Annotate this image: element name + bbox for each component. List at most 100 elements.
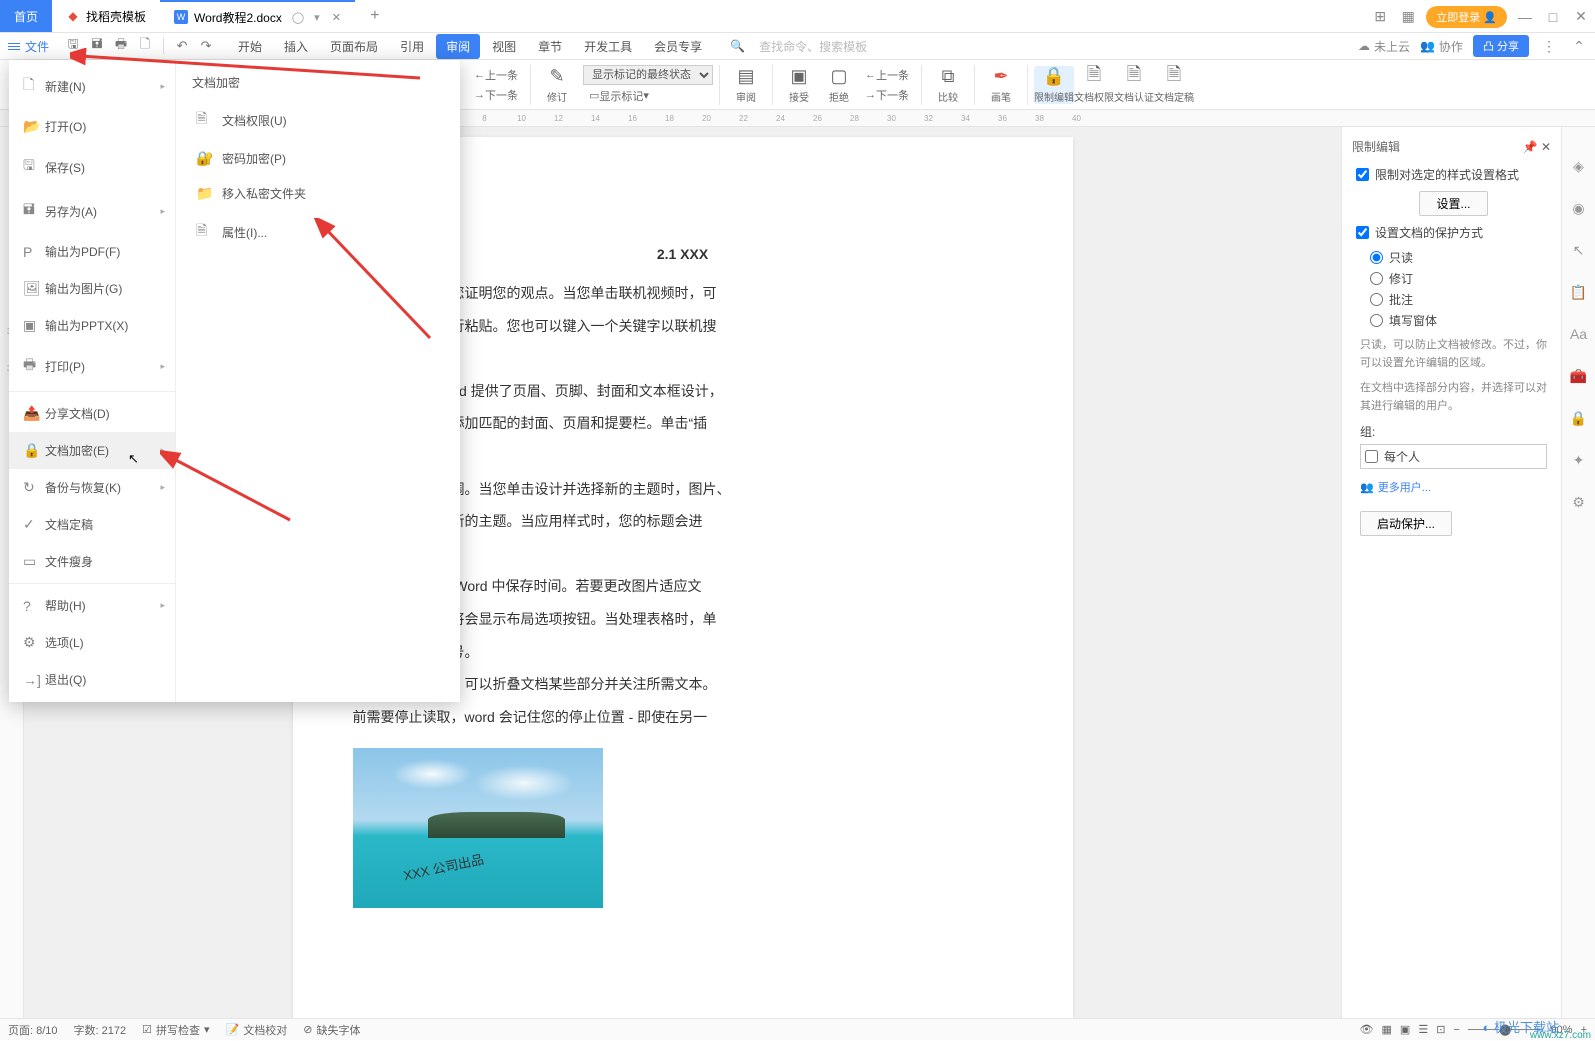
text-tool-icon[interactable]: Aa: [1570, 325, 1588, 343]
menu-export-pptx[interactable]: ▣输出为PPTX(X): [9, 307, 175, 344]
tab-templates[interactable]: ◆ 找稻壳模板: [52, 0, 160, 32]
sparkle-icon[interactable]: ✦: [1570, 451, 1588, 469]
search-area[interactable]: 🔍 查找命令、搜索模板: [730, 38, 867, 55]
redo-icon[interactable]: ↷: [196, 36, 216, 56]
reject-button[interactable]: ▢拒绝: [819, 66, 859, 104]
sub-permissions[interactable]: 🗎文档权限(U): [192, 99, 444, 141]
word-count[interactable]: 字数: 2172: [74, 1022, 127, 1038]
read-mode-icon[interactable]: ▦: [1382, 1023, 1392, 1036]
tab-member[interactable]: 会员专享: [644, 34, 712, 59]
cloud-status[interactable]: ☁ 未上云: [1358, 38, 1410, 55]
accept-button[interactable]: ▣接受: [779, 66, 819, 104]
missing-fonts-button[interactable]: ⊘ 缺失字体: [303, 1022, 360, 1038]
login-button[interactable]: 立即登录 👤: [1426, 6, 1507, 28]
share-button[interactable]: 凸 分享: [1473, 35, 1529, 57]
doc-cert-button[interactable]: 🗎文档认证: [1114, 66, 1154, 104]
maximize-icon[interactable]: □: [1543, 7, 1563, 27]
view-mode-icon[interactable]: 👁: [1360, 1023, 1374, 1036]
select-icon[interactable]: ↖: [1570, 241, 1588, 259]
web-layout-icon[interactable]: ▣: [1400, 1023, 1410, 1036]
gear-icon[interactable]: ⚙: [1570, 493, 1588, 511]
tab-developer[interactable]: 开发工具: [574, 34, 642, 59]
print-preview-icon[interactable]: 🗋: [135, 36, 155, 56]
save-icon[interactable]: 🖫: [63, 36, 83, 56]
more-icon[interactable]: ⋮: [1539, 36, 1559, 56]
close-panel-icon[interactable]: ✕: [1541, 140, 1551, 154]
minimize-icon[interactable]: ―: [1515, 7, 1535, 27]
spellcheck-toggle[interactable]: ☑ 拼写检查 ▾: [142, 1022, 209, 1038]
review-pane-button[interactable]: ▤审阅: [726, 66, 766, 104]
pin-icon[interactable]: 📌: [1523, 140, 1538, 154]
prev-change-button[interactable]: ← 上一条: [859, 66, 915, 84]
doc-final-button[interactable]: 🗎文档定稿: [1154, 66, 1194, 104]
menu-new[interactable]: 🗋新建(N)▸: [9, 64, 175, 108]
more-users-link[interactable]: 👥更多用户...: [1360, 479, 1547, 495]
tab-start[interactable]: 开始: [228, 34, 272, 59]
doc-permission-button[interactable]: 🗎文档权限: [1074, 66, 1114, 104]
tab-document[interactable]: W Word教程2.docx ◯ ▾ ✕: [160, 0, 355, 32]
coop-button[interactable]: 👥 协作: [1420, 38, 1463, 55]
print-icon[interactable]: 🖶: [111, 36, 131, 56]
tab-home[interactable]: 首页: [0, 0, 52, 32]
tab-section[interactable]: 章节: [528, 34, 572, 59]
tab-view[interactable]: 视图: [482, 34, 526, 59]
sub-properties[interactable]: 🗎属性(I)...: [192, 211, 444, 253]
save-as-icon[interactable]: 🖬: [87, 36, 107, 56]
tab-reference[interactable]: 引用: [390, 34, 434, 59]
lock-icon[interactable]: 🔒: [1570, 409, 1588, 427]
track-changes-button[interactable]: ✎修订: [537, 66, 577, 104]
collapse-ribbon-icon[interactable]: ⌃: [1569, 36, 1589, 56]
compare-button[interactable]: ⧉比较: [928, 66, 968, 104]
radio-tracked[interactable]: 修订: [1370, 270, 1551, 287]
menu-backup[interactable]: ↻备份与恢复(K)▸: [9, 469, 175, 506]
radio-forms[interactable]: 填写窗体: [1370, 312, 1551, 329]
prev-comment-button[interactable]: ← 上一条: [468, 66, 524, 84]
restrict-editing-button[interactable]: 🔒限制编辑: [1034, 66, 1074, 104]
paragraph[interactable]: 前需要停止读取，word 会记住您的停止位置 - 即使在另一: [353, 704, 1013, 731]
radio-readonly[interactable]: 只读: [1370, 249, 1551, 266]
menu-print[interactable]: 🖶打印(P)▸: [9, 344, 175, 388]
apps-icon[interactable]: ▦: [1398, 7, 1418, 27]
close-icon[interactable]: ✕: [332, 11, 341, 24]
menu-options[interactable]: ⚙选项(L): [9, 624, 175, 661]
proofing-button[interactable]: 📝 文档校对: [226, 1022, 288, 1038]
zoom-fit-icon[interactable]: ⊡: [1436, 1023, 1445, 1036]
menu-exit[interactable]: →]退出(Q): [9, 661, 175, 698]
menu-share[interactable]: 📤分享文档(D): [9, 395, 175, 432]
group-everyone-checkbox[interactable]: 每个人: [1360, 444, 1547, 469]
format-restriction-checkbox[interactable]: 限制对选定的样式设置格式: [1356, 166, 1551, 183]
menu-export-pdf[interactable]: P输出为PDF(F): [9, 233, 175, 270]
menu-compress[interactable]: ▭文件瘦身: [9, 543, 175, 580]
diamond-icon[interactable]: ◈: [1570, 157, 1588, 175]
menu-export-image[interactable]: 🖼输出为图片(G): [9, 270, 175, 307]
toolbox-icon[interactable]: 🧰: [1570, 367, 1588, 385]
next-comment-button[interactable]: → 下一条: [468, 86, 524, 104]
sub-password[interactable]: 🔐密码加密(P): [192, 141, 444, 176]
document-image[interactable]: XXX 公司出品: [353, 748, 603, 908]
show-markup-button[interactable]: ▭ 显示标记 ▾: [583, 87, 713, 105]
zoom-out-button[interactable]: −: [1453, 1024, 1459, 1036]
start-protection-button[interactable]: 启动保护...: [1360, 511, 1452, 536]
settings-button[interactable]: 设置...: [1419, 191, 1487, 216]
ink-button[interactable]: ✒画笔: [981, 66, 1021, 104]
tab-insert[interactable]: 插入: [274, 34, 318, 59]
menu-save[interactable]: 🖫保存(S): [9, 145, 175, 189]
menu-save-as[interactable]: 🖬另存为(A)▸: [9, 189, 175, 233]
radio-comments[interactable]: 批注: [1370, 291, 1551, 308]
menu-open[interactable]: 📂打开(O): [9, 108, 175, 145]
sub-private-folder[interactable]: 📁移入私密文件夹: [192, 176, 444, 211]
tab-layout[interactable]: 页面布局: [320, 34, 388, 59]
undo-icon[interactable]: ↶: [172, 36, 192, 56]
file-menu-button[interactable]: 文件: [0, 38, 57, 55]
dropdown-icon[interactable]: ▾: [314, 11, 320, 24]
next-change-button[interactable]: → 下一条: [859, 86, 915, 104]
clipboard-icon[interactable]: 📋: [1570, 283, 1588, 301]
protection-checkbox[interactable]: 设置文档的保护方式: [1356, 224, 1551, 241]
menu-encrypt[interactable]: 🔒文档加密(E)▸: [9, 432, 175, 469]
menu-help[interactable]: ?帮助(H)▸: [9, 587, 175, 624]
page-indicator[interactable]: 页面: 8/10: [8, 1022, 58, 1038]
layout-icon[interactable]: ⊞: [1370, 7, 1390, 27]
outline-icon[interactable]: ☰: [1418, 1023, 1428, 1036]
new-tab-button[interactable]: +: [355, 0, 395, 32]
display-for-review-select[interactable]: 显示标记的最终状态: [583, 65, 713, 85]
